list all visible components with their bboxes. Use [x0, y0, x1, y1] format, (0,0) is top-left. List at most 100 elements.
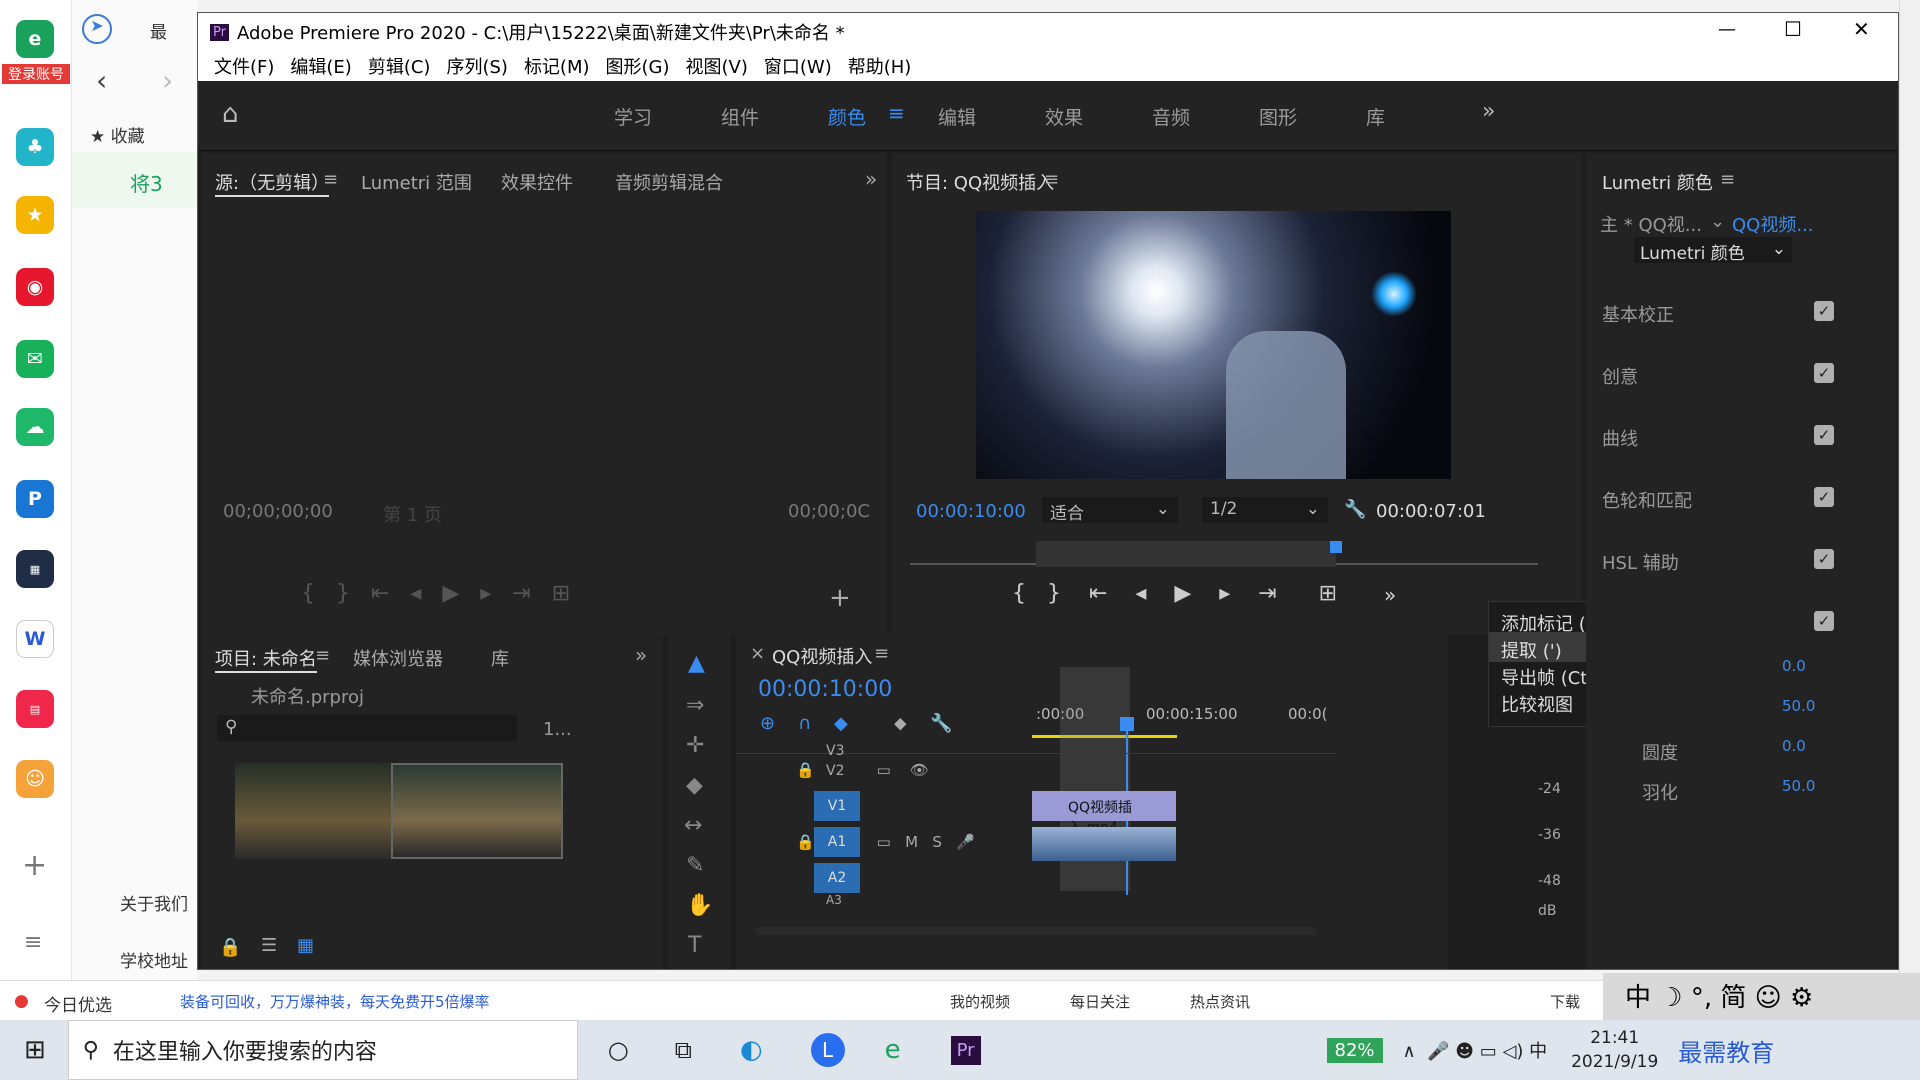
download-link[interactable]: 下载	[1550, 991, 1580, 1012]
lumetri-menu-icon[interactable]: ≡	[1720, 169, 1735, 190]
tab-libraries[interactable]: 库	[1366, 103, 1385, 130]
section-wheels[interactable]: 色轮和匹配	[1602, 487, 1692, 513]
video-clip[interactable]: QQ视频插入.mp4	[1032, 791, 1176, 836]
edge-icon[interactable]: ◐	[740, 1035, 763, 1065]
section-hsl[interactable]: HSL 辅助	[1602, 549, 1679, 575]
slider-value-2[interactable]: 0.0	[1782, 737, 1806, 755]
menu-icon[interactable]: ≡	[888, 101, 905, 125]
program-transport-icon[interactable]: { } ⇤ ◂ ▶ ▸ ⇥ ⊞	[1012, 581, 1337, 606]
sequence-title[interactable]: QQ视频插入	[772, 643, 872, 669]
track-a1-controls[interactable]: 🔒 ▭ M S 🎤	[796, 833, 975, 851]
tab-audio-mixer[interactable]: 音频剪辑混合	[615, 169, 723, 195]
shop-icon[interactable]: ▤	[16, 690, 54, 728]
track-v2-controls[interactable]: 🔒 ▭ 👁	[796, 761, 929, 779]
zoom-bar[interactable]	[1036, 541, 1336, 567]
icon-view-icon[interactable]: ▦	[297, 935, 314, 956]
thumbnail-1[interactable]	[235, 763, 407, 859]
news-ticker[interactable]: 装备可回收，万万爆神装，每天免费开5倍爆率	[180, 991, 490, 1012]
audio-clip[interactable]	[1032, 827, 1176, 861]
menu-marker[interactable]: 标记(M)	[524, 53, 590, 79]
project-menu-icon[interactable]: ≡	[315, 645, 330, 666]
windows-start-icon[interactable]: ⊞	[24, 1035, 46, 1065]
tray-icons[interactable]: ∧ 🎤 ☻ ▭ ◁) 中	[1403, 1037, 1548, 1063]
doc-icon[interactable]: W	[16, 620, 54, 658]
lumetri-title[interactable]: Lumetri 颜色	[1602, 169, 1713, 195]
marker-icon[interactable]: ⬥	[894, 713, 907, 734]
hand-icon[interactable]: ✋	[686, 893, 713, 918]
fit-select[interactable]: 适合 ⌄	[1042, 497, 1178, 524]
search-box[interactable]: ⚲ 在这里输入你要搜索的内容	[67, 1020, 578, 1080]
type-icon[interactable]: T	[688, 933, 701, 958]
effect-select[interactable]: Lumetri 颜色 ⌄	[1634, 237, 1792, 264]
weibo-icon[interactable]: ◉	[16, 268, 54, 306]
program-more-icon[interactable]: »	[1384, 583, 1396, 607]
browser-scrollbar[interactable]	[1899, 0, 1920, 980]
source-menu-icon[interactable]: ≡	[323, 169, 338, 190]
menu-edit[interactable]: 编辑(E)	[290, 53, 351, 79]
tab-graphics[interactable]: 图形	[1259, 103, 1297, 130]
browser-task-icon[interactable]: e	[885, 1035, 901, 1065]
track-v3[interactable]: V3	[826, 743, 844, 759]
track-v2[interactable]: V2	[826, 763, 844, 779]
tab-project[interactable]: 项目: 未命名	[215, 645, 317, 673]
add-button-icon[interactable]: +	[829, 583, 851, 613]
video-link[interactable]: 我的视频	[950, 991, 1010, 1012]
tab-lumetri-scopes[interactable]: Lumetri 范围	[361, 169, 472, 195]
menu-sequence[interactable]: 序列(S)	[446, 53, 507, 79]
timeline-scrollbar[interactable]	[756, 927, 1316, 935]
more-workspaces-icon[interactable]: »	[1482, 99, 1495, 124]
slider-value-1[interactable]: 50.0	[1782, 697, 1815, 715]
section-creative[interactable]: 创意	[1602, 363, 1638, 389]
tab-learn[interactable]: 学习	[614, 103, 652, 130]
hot-link[interactable]: 热点资讯	[1190, 991, 1250, 1012]
menu-clip[interactable]: 剪辑(C)	[368, 53, 431, 79]
today-label[interactable]: 今日优选	[44, 991, 112, 1016]
menu-help[interactable]: 帮助(H)	[848, 53, 912, 79]
track-select-icon[interactable]: ⇒	[686, 693, 704, 718]
cortana-icon[interactable]: ○	[608, 1036, 629, 1064]
slip-icon[interactable]: ↔	[684, 813, 702, 838]
playhead-marker[interactable]	[1330, 541, 1342, 553]
program-title[interactable]: 节目: QQ视频插入	[906, 169, 1054, 195]
add-icon[interactable]: +	[22, 848, 47, 883]
close-sequence-icon[interactable]: ×	[750, 643, 765, 664]
wrench-icon[interactable]: 🔧	[1344, 499, 1366, 520]
track-a2[interactable]: A2	[814, 863, 860, 893]
home-icon[interactable]: ⌂	[222, 99, 239, 129]
app-icon[interactable]: ♣	[16, 128, 54, 166]
extract-item[interactable]: 提取 (')	[1501, 637, 1562, 663]
search-input[interactable]: ⚲	[217, 715, 517, 741]
tab-source[interactable]: 源:（无剪辑）	[215, 169, 330, 197]
sequence-menu-icon[interactable]: ≡	[874, 643, 889, 664]
about-link[interactable]: 关于我们	[120, 890, 188, 915]
dropdown-icon[interactable]: ⌄	[1710, 211, 1725, 232]
cloud-icon[interactable]: ☁	[16, 408, 54, 446]
ime-toolbar[interactable]: 中 ☽ °, 简 ☺ ⚙	[1603, 973, 1920, 1021]
sequence-clip[interactable]: QQ视频...	[1732, 211, 1814, 237]
forward-icon[interactable]: ›	[162, 64, 173, 97]
snap-icon[interactable]: ⊕ ∩ ◆	[760, 713, 865, 734]
razor-icon[interactable]: ◆	[686, 773, 703, 798]
follow-link[interactable]: 每日关注	[1070, 991, 1130, 1012]
maximize-button[interactable]: ☐	[1784, 17, 1802, 41]
battery-badge[interactable]: 82%	[1326, 1037, 1383, 1063]
star-icon[interactable]: ★	[16, 196, 54, 234]
section-basic[interactable]: 基本校正	[1602, 301, 1674, 327]
pen-icon[interactable]: ✎	[686, 853, 704, 878]
master-clip[interactable]: 主 * QQ视...	[1600, 211, 1702, 237]
slider-value-0[interactable]: 0.0	[1782, 657, 1806, 675]
back-icon[interactable]: ‹	[96, 64, 107, 97]
tab-editing[interactable]: 编辑	[938, 103, 976, 130]
game-icon[interactable]: ☺	[16, 760, 54, 798]
compare-view-item[interactable]: 比较视图	[1501, 691, 1573, 717]
close-button[interactable]: ✕	[1853, 17, 1870, 41]
clock[interactable]: 21:41 2021/9/19	[1571, 1026, 1658, 1074]
navigate-icon[interactable]: ➤	[82, 14, 112, 44]
menu-view[interactable]: 视图(V)	[686, 53, 748, 79]
news-icon[interactable]: ▦	[16, 550, 54, 588]
thumbnail-2[interactable]	[391, 763, 563, 859]
premiere-task-icon[interactable]: Pr	[950, 1035, 981, 1065]
playhead-handle[interactable]	[1120, 717, 1134, 731]
slider-value-3[interactable]: 50.0	[1782, 777, 1815, 795]
checkbox-creative[interactable]: ✓	[1814, 363, 1834, 383]
